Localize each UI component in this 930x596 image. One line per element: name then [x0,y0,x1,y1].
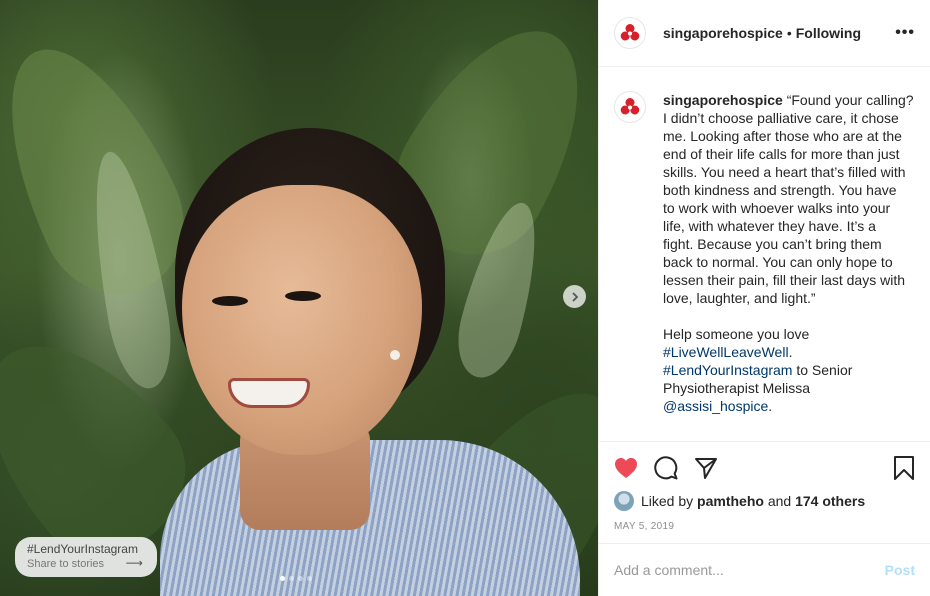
caption-line: “Found your calling? [786,92,914,108]
more-options-icon[interactable]: ••• [895,24,915,42]
caption-line: life, with whatever they have. It’s a [663,218,876,234]
person-eye [285,291,321,301]
liker-username[interactable]: pamtheho [697,493,764,509]
next-arrow-icon[interactable] [563,285,586,308]
profile-avatar[interactable] [614,17,646,49]
caption-section: singaporehospice “Found your calling? I … [599,67,930,441]
caption-line: I didn’t choose palliative care, it chos… [663,110,899,126]
person-smile [228,378,310,408]
heart-icon[interactable] [614,457,638,479]
comment-icon[interactable] [654,456,678,480]
caption-line: both kindness and strength. You have [663,182,897,198]
caption-punctuation: . [768,398,773,414]
mention-assisi-hospice[interactable]: @assisi_hospice [663,398,768,414]
caption-line: lessen their pain, fill their last days … [663,272,905,288]
hashtag-lend-your-instagram[interactable]: #LendYourInstagram [663,362,792,378]
add-comment-input[interactable] [614,562,885,578]
post-comment-button[interactable]: Post [885,562,915,578]
hospice-logo-icon [620,24,640,41]
likes-others-link[interactable]: 174 others [795,493,865,509]
caption-line: back to normal. You can only hope to [663,254,893,270]
caption-help-line: Help someone you love [663,326,810,342]
hashtag-live-well-leave-well[interactable]: #LiveWellLeaveWell [663,344,789,360]
post-header: singaporehospice • Following ••• [599,0,930,67]
curved-arrow-icon: ⟶ [125,556,143,570]
pearl-earring [390,350,400,360]
action-icons-row [614,442,915,490]
caption-punctuation: . [788,344,793,360]
caption-line: love, laughter, and light.” [663,290,816,306]
post-sidebar: singaporehospice • Following ••• singapo… [598,0,930,596]
carousel-dot [298,576,303,581]
likes-summary: Liked by pamtheho and 174 others [614,490,915,512]
sticker-title: #LendYourInstagram [27,542,138,556]
caption-text-fragment: to Senior [792,362,853,378]
carousel-indicator [280,576,312,581]
carousel-dot [289,576,294,581]
person-eye [212,296,248,306]
caption-line: end of their life calls for more than ju… [663,146,900,162]
person-face [182,185,422,455]
likes-prefix: Liked by [641,493,694,509]
caption-username[interactable]: singaporehospice [663,92,783,108]
comment-bar: Post [599,543,930,596]
caption-line: skills. You need a heart that’s filled w… [663,164,906,180]
caption-line: me. Looking after those who are at the [663,128,902,144]
carousel-dot [307,576,312,581]
liker-avatar[interactable] [614,491,634,511]
header-separator: • [786,25,792,41]
header-username[interactable]: singaporehospice [663,25,783,41]
post-photo[interactable]: #LendYourInstagram Share to stories ⟶ [0,0,598,596]
post-date[interactable]: MAY 5, 2019 [614,521,915,532]
following-button[interactable]: Following [796,25,861,41]
caption-line: to work with whoever walks into your [663,200,891,216]
striped-shirt [160,440,580,596]
bookmark-icon[interactable] [893,456,915,480]
caption-text: singaporehospice “Found your calling? I … [663,91,915,441]
lend-your-instagram-sticker: #LendYourInstagram Share to stories ⟶ [15,537,157,577]
hospice-logo-icon [620,98,640,115]
share-icon[interactable] [694,456,718,480]
caption-role-line: Physiotherapist Melissa [663,380,811,396]
likes-and: and [767,493,792,509]
post-actions: Liked by pamtheho and 174 others MAY 5, … [599,441,930,532]
caption-line: fight. Because you can’t bring them [663,236,882,252]
caption-avatar[interactable] [614,91,646,123]
carousel-dot [280,576,285,581]
